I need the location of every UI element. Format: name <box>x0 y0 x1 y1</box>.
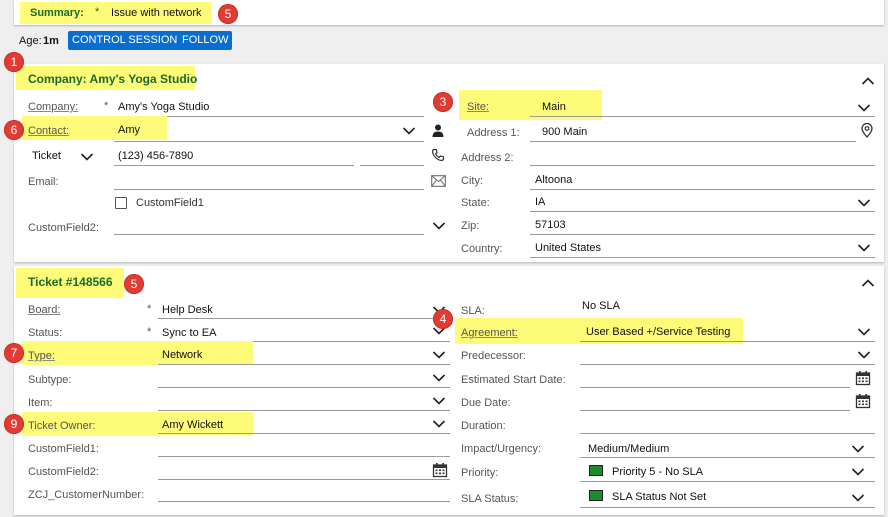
customfield2-calendar-icon[interactable] <box>432 462 448 478</box>
status-label: Status: <box>28 327 63 339</box>
sla-status-value[interactable]: SLA Status Not Set <box>612 491 706 503</box>
state-value[interactable]: IA <box>535 196 545 208</box>
site-label: Site: <box>467 101 490 113</box>
annotation-badge-ticket: 5 <box>124 274 144 294</box>
customfield1-checkbox[interactable] <box>115 197 127 209</box>
ticket-section-title: Ticket #148566 <box>28 275 113 289</box>
phone-type-select[interactable]: Ticket <box>32 150 61 162</box>
subtype-chevron-down-icon[interactable] <box>432 373 446 383</box>
status-value[interactable]: Sync to EA <box>162 327 216 339</box>
company-required-mark: * <box>104 100 109 112</box>
estimated-start-date-label: Estimated Start Date: <box>461 374 566 386</box>
phone-value[interactable]: (123) 456-7890 <box>118 150 193 162</box>
company-customfield2-chevron-down-icon[interactable] <box>432 221 446 231</box>
map-pin-icon[interactable] <box>861 123 873 138</box>
impact-urgency-label: Impact/Urgency: <box>461 443 542 455</box>
state-chevron-down-icon[interactable] <box>857 198 871 208</box>
agreement-label: Agreement: <box>461 327 518 339</box>
type-value[interactable]: Network <box>162 349 202 361</box>
contact-dropdown-chevron-down-icon[interactable] <box>402 126 416 136</box>
contact-label: Contact: <box>28 125 69 137</box>
country-value[interactable]: United States <box>535 242 601 254</box>
collapse-ticket-icon[interactable] <box>861 278 875 288</box>
company-field-value[interactable]: Amy's Yoga Studio <box>118 101 209 113</box>
due-date-calendar-icon[interactable] <box>855 393 871 409</box>
impact-urgency-value[interactable]: Medium/Medium <box>588 443 669 455</box>
priority-value[interactable]: Priority 5 - No SLA <box>612 466 703 478</box>
board-label: Board: <box>28 304 61 316</box>
item-label: Item: <box>28 397 53 409</box>
zip-label: Zip: <box>461 220 480 232</box>
ticket-customfield2-label: CustomField2: <box>28 466 99 478</box>
status-required-mark: * <box>147 326 152 338</box>
estimated-start-calendar-icon[interactable] <box>855 370 871 386</box>
type-chevron-down-icon[interactable] <box>432 350 446 360</box>
state-label: State: <box>461 197 490 209</box>
company-customfield2-label: CustomField2: <box>28 222 99 234</box>
ticket-customfield1-label: CustomField1: <box>28 443 99 455</box>
collapse-company-icon[interactable] <box>861 76 875 86</box>
due-date-label: Due Date: <box>461 397 511 409</box>
ticket-owner-chevron-down-icon[interactable] <box>432 419 446 429</box>
site-value[interactable]: Main <box>542 101 566 113</box>
phone-type-chevron-down-icon[interactable] <box>80 152 94 162</box>
annotation-badge-summary: 5 <box>218 4 238 24</box>
contact-value[interactable]: Amy <box>118 124 140 136</box>
sla-status-color-square <box>589 490 603 501</box>
phone-icon[interactable] <box>431 148 445 162</box>
company-field-label: Company: <box>28 101 79 113</box>
country-chevron-down-icon[interactable] <box>857 243 871 253</box>
annotation-badge-ticket-owner: 9 <box>4 414 24 434</box>
company-section-title: Company: Amy's Yoga Studio <box>28 72 198 86</box>
type-label: Type: <box>28 350 55 362</box>
ticket-owner-value[interactable]: Amy Wickett <box>162 419 223 431</box>
board-value[interactable]: Help Desk <box>162 304 213 316</box>
duration-label: Duration: <box>461 420 506 432</box>
agreement-value[interactable]: User Based +/Service Testing <box>586 326 730 338</box>
type-highlight <box>22 341 253 365</box>
predecessor-chevron-down-icon[interactable] <box>857 350 871 360</box>
impact-urgency-chevron-down-icon[interactable] <box>851 444 865 454</box>
zip-value[interactable]: 57103 <box>535 219 566 231</box>
sla-status-chevron-down-icon[interactable] <box>851 493 865 503</box>
email-label: Email: <box>28 176 59 188</box>
address2-label: Address 2: <box>461 152 514 164</box>
age-label: Age: <box>19 35 42 47</box>
item-chevron-down-icon[interactable] <box>432 396 446 406</box>
contact-person-icon[interactable] <box>432 124 444 137</box>
summary-value[interactable]: Issue with network <box>111 7 201 19</box>
summary-label: Summary: <box>30 7 84 19</box>
ticket-owner-label: Ticket Owner: <box>28 420 96 432</box>
city-label: City: <box>461 175 483 187</box>
priority-color-square <box>589 465 603 476</box>
zcj-customer-number-label: ZCJ_CustomerNumber: <box>28 489 145 501</box>
sla-value: No SLA <box>582 300 620 312</box>
sla-label: SLA: <box>461 305 485 317</box>
priority-chevron-down-icon[interactable] <box>851 467 865 477</box>
annotation-badge-company: 1 <box>4 52 24 72</box>
agreement-chevron-down-icon[interactable] <box>857 327 871 337</box>
annotation-badge-site: 3 <box>433 92 453 112</box>
annotation-badge-contact: 6 <box>4 120 24 140</box>
control-session-button[interactable]: CONTROL SESSION <box>68 31 182 50</box>
age-value: 1m <box>43 35 59 47</box>
annotation-badge-type: 7 <box>4 343 24 363</box>
sla-status-label: SLA Status: <box>461 493 519 505</box>
annotation-badge-agreement: 4 <box>433 309 453 329</box>
city-value[interactable]: Altoona <box>535 174 572 186</box>
customfield1-label: CustomField1 <box>136 197 204 209</box>
site-dropdown-chevron-down-icon[interactable] <box>857 103 871 113</box>
country-label: Country: <box>461 243 503 255</box>
summary-required-mark: * <box>95 6 100 18</box>
address1-label: Address 1: <box>467 127 520 139</box>
follow-button[interactable]: FOLLOW <box>178 31 233 50</box>
subtype-label: Subtype: <box>28 374 72 386</box>
address1-value[interactable]: 900 Main <box>542 126 587 138</box>
priority-label: Priority: <box>461 467 499 479</box>
board-required-mark: * <box>147 303 152 315</box>
ticket-panel <box>14 266 884 515</box>
predecessor-label: Predecessor: <box>461 350 526 362</box>
email-envelope-icon[interactable] <box>431 175 446 187</box>
